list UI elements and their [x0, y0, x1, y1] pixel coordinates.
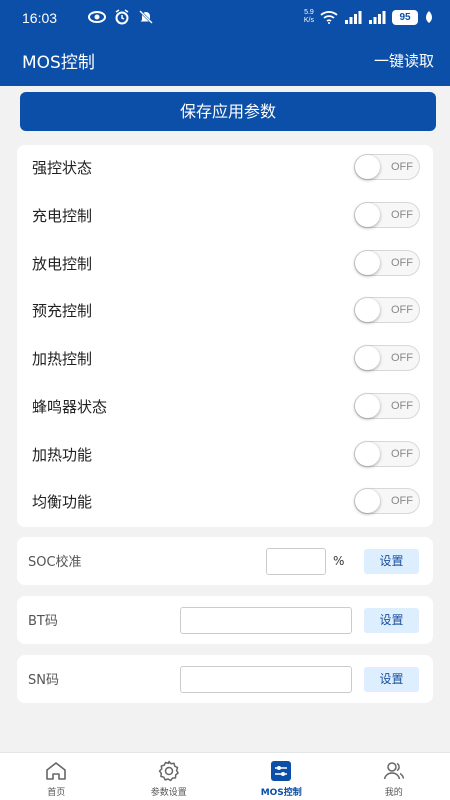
nav-label: MOS控制	[260, 788, 302, 798]
toggle-knob	[355, 202, 380, 227]
toggle-knob	[355, 346, 380, 370]
nav-label: 我的	[384, 788, 403, 798]
toggle-label: 蜂鸣器状态	[32, 397, 108, 416]
nav-label: 参数设置	[150, 788, 187, 798]
page-title: MOS控制	[22, 53, 95, 73]
bt-input[interactable]	[180, 607, 352, 634]
gear-icon	[158, 760, 179, 782]
toggle-knob	[355, 250, 380, 275]
toggle-state: OFF	[391, 495, 413, 508]
sn-set-button[interactable]: 设置	[364, 667, 419, 692]
eye-icon	[88, 11, 106, 23]
network-speed: 5.9 K/s	[303, 9, 314, 24]
toggle-switch[interactable]: OFF	[354, 154, 420, 180]
toggle-state: OFF	[391, 161, 413, 173]
toggle-row-discharge-control: 放电控制 OFF	[17, 241, 433, 289]
toggle-knob	[355, 393, 380, 418]
toggle-row-buzzer-status: 蜂鸣器状态 OFF	[17, 384, 433, 432]
nav-label: 首页	[47, 788, 66, 798]
toggle-switch[interactable]: OFF	[354, 345, 420, 371]
signal-icon	[345, 11, 362, 24]
nav-mine[interactable]: 我的	[338, 753, 450, 800]
toggle-label: 充电控制	[32, 206, 93, 225]
soc-calibration-card: SOC校准 % 设置	[17, 537, 433, 585]
toggle-row-balance-function: 均衡功能 OFF	[17, 479, 433, 527]
toggle-switch[interactable]: OFF	[354, 392, 420, 419]
nav-home[interactable]: 首页	[0, 753, 113, 800]
status-icons-left	[88, 9, 154, 25]
toggle-knob	[355, 155, 380, 179]
toggle-switch[interactable]: OFF	[354, 488, 420, 515]
home-icon	[46, 762, 67, 780]
toggle-knob	[355, 489, 380, 514]
sliders-icon	[271, 761, 292, 781]
nav-mos-control[interactable]: MOS控制	[225, 753, 338, 800]
toggle-label: 加热功能	[32, 445, 93, 464]
sn-label: SN码	[28, 673, 59, 688]
toggle-knob	[355, 441, 380, 466]
toggle-state: OFF	[391, 256, 413, 269]
bt-set-button[interactable]: 设置	[364, 608, 419, 633]
toggle-row-heating-function: 加热功能 OFF	[17, 432, 433, 480]
toggle-state: OFF	[391, 399, 413, 412]
soc-input[interactable]	[266, 548, 326, 575]
toggle-switch[interactable]: OFF	[354, 201, 420, 228]
toggle-state: OFF	[391, 208, 413, 221]
toggle-card: 强控状态 OFF 充电控制 OFF 放电控制 OFF 预充控制 OFF 加热控制…	[17, 145, 433, 527]
toggle-switch[interactable]: OFF	[354, 440, 420, 467]
battery-indicator: 95	[392, 9, 418, 25]
bottom-nav: 首页 参数设置 MOS控制 我的	[0, 752, 450, 800]
toggle-row-heating-control: 加热控制 OFF	[17, 336, 433, 384]
user-icon	[383, 762, 404, 780]
toggle-state: OFF	[391, 304, 413, 317]
wifi-icon	[320, 11, 338, 24]
toggle-knob	[355, 298, 380, 323]
mute-bell-icon	[139, 10, 153, 24]
alarm-icon	[115, 9, 129, 25]
sn-code-card: SN码 设置	[17, 655, 433, 703]
nav-params[interactable]: 参数设置	[113, 753, 226, 800]
read-all-button[interactable]: 一键读取	[374, 50, 434, 71]
soc-set-button[interactable]: 设置	[364, 549, 419, 574]
bt-label: BT码	[28, 614, 58, 629]
bt-code-card: BT码 设置	[17, 596, 433, 644]
toggle-state: OFF	[391, 447, 413, 460]
save-params-button[interactable]: 保存应用参数	[20, 92, 436, 131]
toggle-row-charge-control: 充电控制 OFF	[17, 193, 433, 241]
leaf-icon	[426, 11, 432, 23]
soc-label: SOC校准	[28, 555, 82, 570]
signal-icon-2	[369, 11, 386, 24]
toggle-switch[interactable]: OFF	[354, 297, 420, 324]
status-time: 16:03	[22, 10, 58, 26]
toggle-row-force-control: 强控状态 OFF	[17, 145, 433, 193]
app-header: MOS控制 一键读取	[0, 36, 450, 86]
toggle-label: 预充控制	[32, 302, 93, 321]
toggle-label: 强控状态	[32, 159, 93, 177]
status-icons-right: 5.9 K/s 95	[304, 9, 434, 25]
toggle-label: 加热控制	[32, 350, 93, 368]
toggle-label: 放电控制	[32, 254, 93, 273]
sn-input[interactable]	[180, 666, 352, 693]
soc-unit: %	[333, 554, 345, 568]
toggle-switch[interactable]: OFF	[354, 249, 420, 276]
toggle-row-precharge-control: 预充控制 OFF	[17, 288, 433, 336]
toggle-state: OFF	[391, 352, 413, 364]
toggle-label: 均衡功能	[32, 493, 93, 512]
status-bar: 16:03 5.9 K/s 95	[0, 0, 450, 36]
